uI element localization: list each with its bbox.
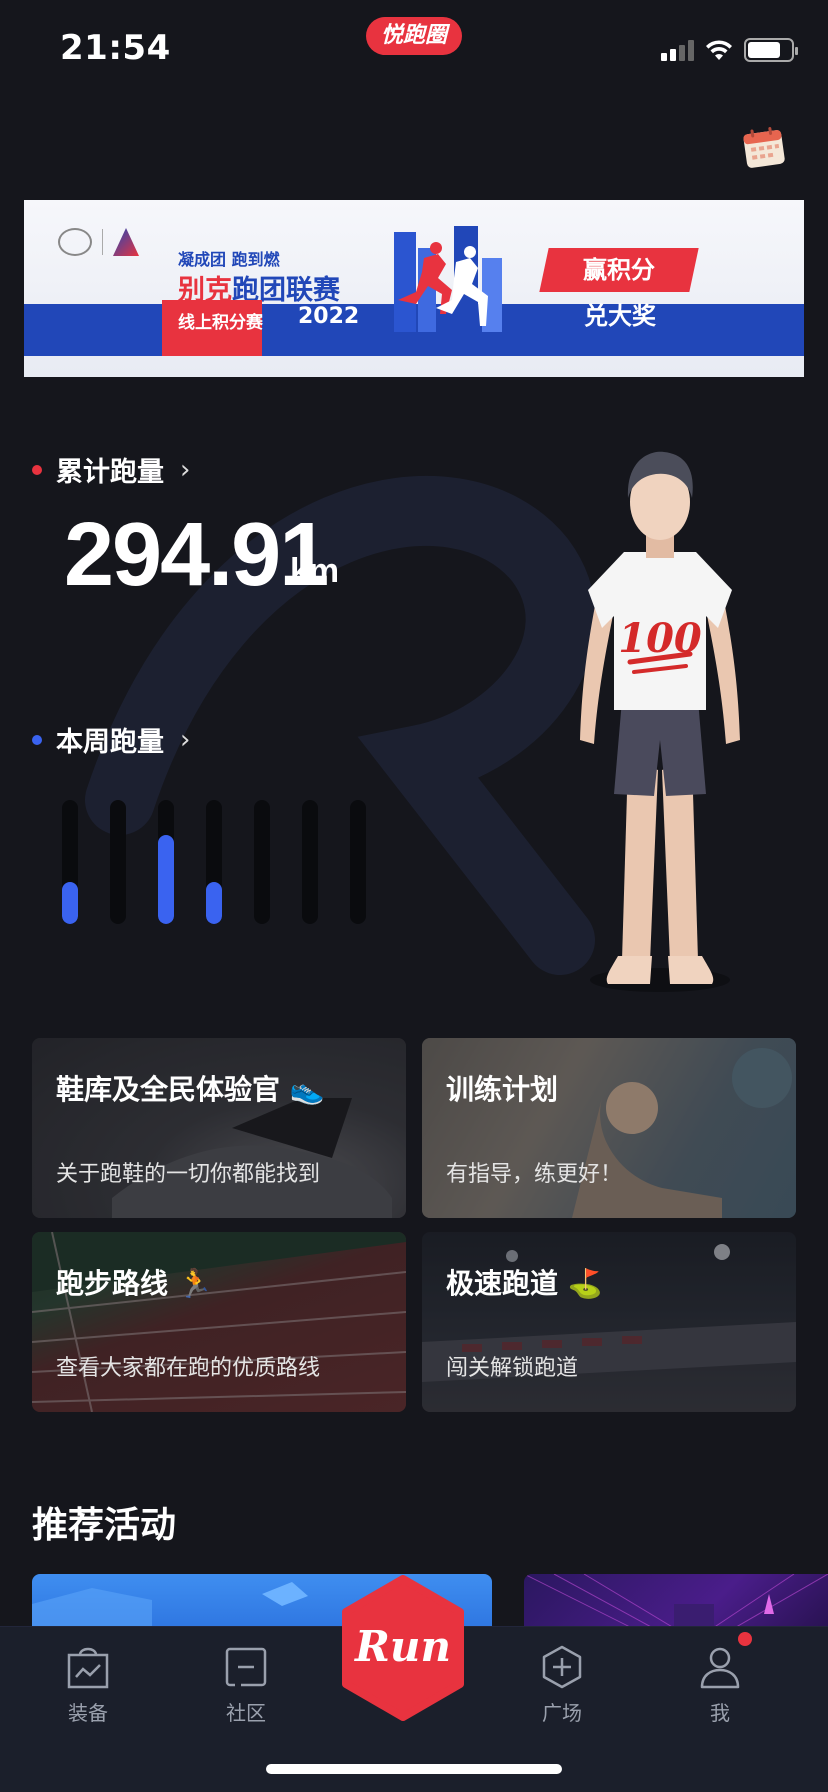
cellular-signal-icon — [661, 39, 694, 61]
app-badge-pill[interactable]: 悦跑圈 — [366, 17, 462, 55]
weekly-dot — [32, 734, 42, 745]
recommended-title: 推荐活动 — [32, 1505, 177, 1546]
league-logo — [113, 228, 139, 256]
golf-flag-emoji-icon: ⛳ — [558, 1267, 603, 1300]
total-distance-value: 294.91 — [64, 505, 329, 605]
card-shade — [422, 1232, 796, 1412]
weekly-bar-day-5[interactable] — [254, 800, 270, 924]
tab-community[interactable]: 社区 — [196, 1645, 296, 1726]
card-training-plan[interactable]: 训练计划 有指导，练更好！ — [422, 1038, 796, 1218]
total-distance-unit: km — [290, 552, 340, 590]
card-title-text: 鞋库及全民体验官 — [56, 1073, 281, 1106]
weekly-bar-day-2[interactable] — [110, 800, 126, 924]
card-title: 鞋库及全民体验官 👟 — [56, 1068, 325, 1108]
tab-square-label: 广场 — [542, 1701, 582, 1725]
runners-illustration — [394, 226, 502, 332]
runner-avatar[interactable]: 100 — [560, 440, 760, 1000]
banner-slogan: 凝成团 跑到燃 — [178, 250, 280, 269]
status-bar: 21:54 悦跑圈 — [0, 0, 828, 96]
weekly-distance-label[interactable]: 本周跑量 › — [32, 720, 190, 759]
weekly-bar-day-7[interactable] — [350, 800, 366, 924]
card-shoe-library[interactable]: 鞋库及全民体验官 👟 关于跑鞋的一切你都能找到 — [32, 1038, 406, 1218]
chevron-right-icon: › — [180, 724, 191, 755]
weekly-bar-fill — [206, 881, 222, 924]
weekly-bar-fill — [62, 881, 78, 924]
card-shade — [32, 1232, 406, 1412]
card-title: 极速跑道 ⛳ — [446, 1262, 603, 1302]
weekly-bar-chart[interactable] — [62, 800, 366, 924]
card-subtitle: 关于跑鞋的一切你都能找到 — [56, 1162, 321, 1187]
total-distance-label-text: 累计跑量 — [56, 457, 164, 488]
calendar-icon[interactable] — [742, 126, 786, 168]
total-distance-label[interactable]: 累计跑量 › — [32, 450, 190, 489]
banner-cta-top-text: 赢积分 — [583, 256, 655, 284]
weekly-distance-label-text: 本周跑量 — [56, 727, 164, 758]
weekly-bar-fill — [158, 834, 174, 924]
card-title: 训练计划 — [446, 1073, 559, 1106]
card-subtitle: 闯关解锁跑道 — [446, 1356, 579, 1381]
tab-square[interactable]: 广场 — [512, 1645, 612, 1726]
activity-thumbnail — [524, 1574, 828, 1634]
logo-divider — [102, 229, 103, 255]
person-icon — [700, 1647, 740, 1689]
tab-equipment[interactable]: 装备 — [38, 1645, 138, 1726]
card-speed-track[interactable]: 极速跑道 ⛳ 闯关解锁跑道 — [422, 1232, 796, 1412]
promo-banner[interactable]: 凝成团 跑到燃 别克跑团联赛 线上积分赛 2022 赢积分 兑大奖 — [24, 200, 804, 377]
banner-cta-top: 赢积分 — [539, 248, 699, 292]
wifi-icon — [706, 40, 732, 60]
card-title: 跑步路线 🏃 — [56, 1262, 213, 1302]
banner-subtitle: 线上积分赛 — [178, 313, 263, 333]
card-shade — [32, 1038, 406, 1218]
feature-cards: 鞋库及全民体验官 👟 关于跑鞋的一切你都能找到 训练计划 有指导，练更好！ 跑步… — [32, 1038, 796, 1412]
status-icons — [661, 36, 798, 64]
weekly-bar-day-1[interactable] — [62, 800, 78, 924]
status-time: 21:54 — [60, 28, 171, 68]
runner-emoji-icon: 🏃 — [168, 1267, 213, 1300]
plus-hexagon-icon — [542, 1645, 582, 1689]
weekly-bar-day-6[interactable] — [302, 800, 318, 924]
tab-community-label: 社区 — [226, 1701, 266, 1725]
banner-year: 2022 — [298, 304, 360, 329]
total-dot — [32, 464, 42, 475]
weekly-bar-day-4[interactable] — [206, 800, 222, 924]
chevron-right-icon: › — [180, 454, 191, 485]
card-subtitle: 查看大家都在跑的优质路线 — [56, 1356, 321, 1381]
card-running-routes[interactable]: 跑步路线 🏃 查看大家都在跑的优质路线 — [32, 1232, 406, 1412]
notification-dot — [738, 1632, 752, 1646]
tab-me-label: 我 — [710, 1701, 730, 1725]
battery-icon — [744, 38, 798, 62]
community-icon — [225, 1647, 267, 1687]
card-title-text: 跑步路线 — [56, 1267, 169, 1300]
recommended-activity-card[interactable] — [524, 1574, 828, 1634]
run-button-label[interactable]: Run — [338, 1622, 468, 1671]
buick-logo — [58, 228, 92, 256]
card-subtitle: 有指导，练更好！ — [446, 1162, 623, 1187]
weekly-bar-day-3[interactable] — [158, 800, 174, 924]
tab-equipment-label: 装备 — [68, 1701, 108, 1725]
card-title-text: 极速跑道 — [446, 1267, 559, 1300]
tab-me[interactable]: 我 — [670, 1645, 770, 1726]
banner-cta-bottom: 兑大奖 — [584, 302, 656, 330]
home-indicator — [266, 1764, 562, 1774]
card-shade — [422, 1038, 796, 1218]
sneaker-emoji-icon: 👟 — [280, 1073, 325, 1106]
sponsor-logos — [58, 228, 139, 256]
shopping-bag-icon — [67, 1647, 109, 1689]
